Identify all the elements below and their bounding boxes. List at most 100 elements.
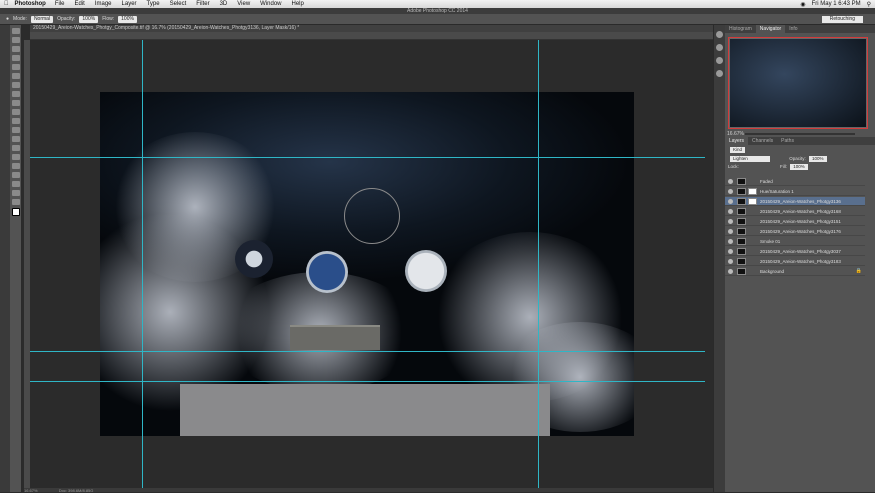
app-menu[interactable]: Photoshop (15, 1, 46, 7)
type-tool-icon[interactable] (12, 163, 20, 169)
guide-vertical[interactable] (538, 40, 539, 488)
color-swatches-icon[interactable] (12, 208, 20, 216)
layer-opacity-input[interactable]: 100% (809, 156, 827, 162)
flow-input[interactable]: 100% (118, 15, 137, 23)
navigator-view-box[interactable] (728, 37, 868, 129)
layer-row[interactable]: Background 🔒 (725, 267, 865, 276)
hand-tool-icon[interactable] (12, 190, 20, 196)
layer-row[interactable]: 20150429_Areion-Watches_Photgy3136 (725, 197, 865, 206)
menu-filter[interactable]: Filter (196, 1, 209, 7)
eraser-tool-icon[interactable] (12, 118, 20, 124)
guide-horizontal[interactable] (30, 381, 705, 382)
tab-navigator[interactable]: Navigator (755, 25, 786, 33)
document-canvas[interactable] (100, 92, 634, 436)
visibility-eye-icon[interactable] (728, 209, 733, 214)
navigator-zoom-slider[interactable] (745, 133, 855, 135)
layer-filter-row: Kind (725, 146, 865, 154)
layer-thumbnail (737, 238, 746, 245)
move-tool-icon[interactable] (12, 28, 20, 34)
dodge-tool-icon[interactable] (12, 145, 20, 151)
menu-type[interactable]: Type (147, 1, 160, 7)
quick-select-tool-icon[interactable] (12, 55, 20, 61)
stamp-tool-icon[interactable] (12, 100, 20, 106)
brush-tool-icon[interactable] (12, 91, 20, 97)
apple-menu-icon[interactable]:  (4, 1, 9, 7)
tab-paths[interactable]: Paths (777, 137, 798, 145)
kind-filter[interactable]: Kind (730, 147, 746, 153)
guide-horizontal[interactable] (30, 157, 705, 158)
guide-vertical[interactable] (142, 40, 143, 488)
lasso-tool-icon[interactable] (12, 46, 20, 52)
menu-select[interactable]: Select (170, 1, 187, 7)
layer-row[interactable]: 20150429_Areion-Watches_Photgy3183 (725, 257, 865, 266)
menu-help[interactable]: Help (292, 1, 304, 7)
blur-tool-icon[interactable] (12, 136, 20, 142)
menu-image[interactable]: Image (95, 1, 112, 7)
zoom-tool-icon[interactable] (12, 199, 20, 205)
status-zoom[interactable]: 16.67% (24, 488, 38, 493)
gradient-tool-icon[interactable] (12, 127, 20, 133)
blend-mode-select[interactable]: Lighten (730, 156, 770, 162)
tab-histogram[interactable]: Histogram (725, 25, 756, 33)
visibility-eye-icon[interactable] (728, 229, 733, 234)
tab-info[interactable]: Info (785, 25, 801, 33)
healing-tool-icon[interactable] (12, 82, 20, 88)
opacity-input[interactable]: 100% (79, 15, 99, 23)
layer-name: 20150429_Areion-Watches_Photgy3176 (760, 229, 841, 234)
tab-channels[interactable]: Channels (748, 137, 777, 145)
layer-row[interactable]: 20150429_Areion-Watches_Photgy3037 (725, 247, 865, 256)
layer-row[interactable]: Hue/Saturation 1 (725, 187, 865, 196)
properties-icon[interactable] (716, 44, 723, 51)
visibility-eye-icon[interactable] (728, 199, 733, 204)
right-panel: Histogram Navigator Info 16.67% Layers C… (725, 25, 875, 492)
layer-name: Background (760, 269, 785, 274)
mode-select[interactable]: Normal (30, 15, 54, 23)
history-icon[interactable] (716, 31, 723, 38)
layer-row[interactable]: 20150429_Areion-Watches_Photgy3151 (725, 217, 865, 226)
brush-preset-icon[interactable]: ● (6, 16, 9, 22)
crop-tool-icon[interactable] (12, 64, 20, 70)
visibility-eye-icon[interactable] (728, 189, 733, 194)
document-tab[interactable]: 20150429_Areion-Watches_Photgy_Composite… (30, 25, 725, 32)
visibility-eye-icon[interactable] (728, 269, 733, 274)
pen-tool-icon[interactable] (12, 154, 20, 160)
workspace-select[interactable]: Retouching (821, 16, 863, 23)
layer-row[interactable]: 20150429_Areion-Watches_Photgy3176 (725, 227, 865, 236)
shape-tool-icon[interactable] (12, 181, 20, 187)
visibility-eye-icon[interactable] (728, 219, 733, 224)
flow-label: Flow: (102, 16, 115, 22)
layers-panel: Layers Channels Paths Kind Lighten Opaci… (725, 137, 875, 492)
menu-layer[interactable]: Layer (122, 1, 137, 7)
horizontal-ruler[interactable] (30, 32, 725, 40)
layer-mask-thumbnail[interactable] (748, 188, 757, 195)
menu-view[interactable]: View (237, 1, 250, 7)
layer-row[interactable]: Smoke 01 (725, 237, 865, 246)
adjustments-icon[interactable] (716, 57, 723, 64)
layer-thumbnail (737, 178, 746, 185)
layer-row[interactable]: Faded (725, 177, 865, 186)
marquee-tool-icon[interactable] (12, 37, 20, 43)
eyedropper-tool-icon[interactable] (12, 73, 20, 79)
character-icon[interactable] (716, 70, 723, 77)
menu-edit[interactable]: Edit (75, 1, 85, 7)
lock-row: Lock: Fill: 100% (725, 163, 865, 171)
search-icon[interactable]: ⚲ (867, 1, 871, 8)
guide-horizontal[interactable] (30, 351, 705, 352)
visibility-eye-icon[interactable] (728, 179, 733, 184)
layer-mask-thumbnail[interactable] (748, 198, 757, 205)
visibility-eye-icon[interactable] (728, 259, 733, 264)
tab-layers[interactable]: Layers (725, 137, 749, 145)
visibility-eye-icon[interactable] (728, 239, 733, 244)
layer-thumbnail (737, 188, 746, 195)
history-brush-tool-icon[interactable] (12, 109, 20, 115)
clock[interactable]: Fri May 1 6:43 PM (812, 1, 861, 7)
path-select-tool-icon[interactable] (12, 172, 20, 178)
layer-row[interactable]: 20150429_Areion-Watches_Photgy3168 (725, 207, 865, 216)
menu-3d[interactable]: 3D (220, 1, 228, 7)
menu-window[interactable]: Window (260, 1, 281, 7)
visibility-eye-icon[interactable] (728, 249, 733, 254)
mode-label: Mode: (13, 16, 27, 22)
menu-file[interactable]: File (55, 1, 65, 7)
wifi-icon[interactable]: ◉ (800, 1, 805, 8)
fill-input[interactable]: 100% (790, 164, 808, 170)
